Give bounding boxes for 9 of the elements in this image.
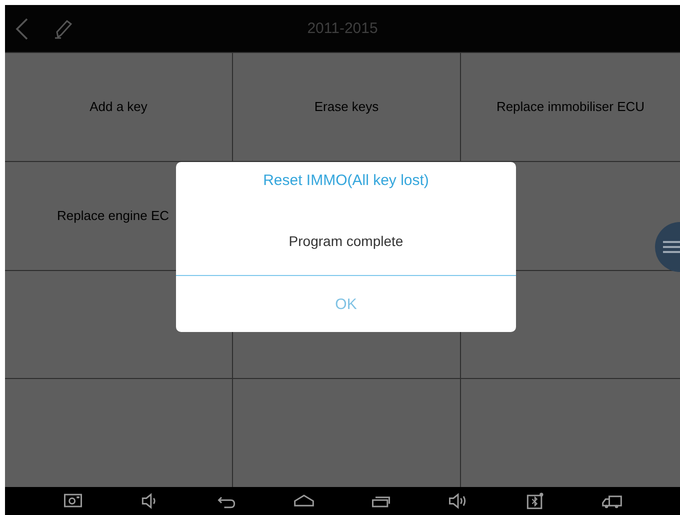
function-tile[interactable]: Add a key <box>5 53 232 161</box>
function-tile[interactable]: Replace immobiliser ECU <box>461 53 680 161</box>
dialog-title: Reset IMMO(All key lost) <box>263 172 429 189</box>
ok-button[interactable]: OK <box>176 276 516 332</box>
pencil-icon[interactable] <box>53 18 73 40</box>
dialog-message: Program complete <box>288 233 404 249</box>
menu-icon <box>663 240 680 254</box>
function-tile[interactable]: Erase keys <box>233 53 460 161</box>
screen-title: 2011-2015 <box>307 20 378 37</box>
